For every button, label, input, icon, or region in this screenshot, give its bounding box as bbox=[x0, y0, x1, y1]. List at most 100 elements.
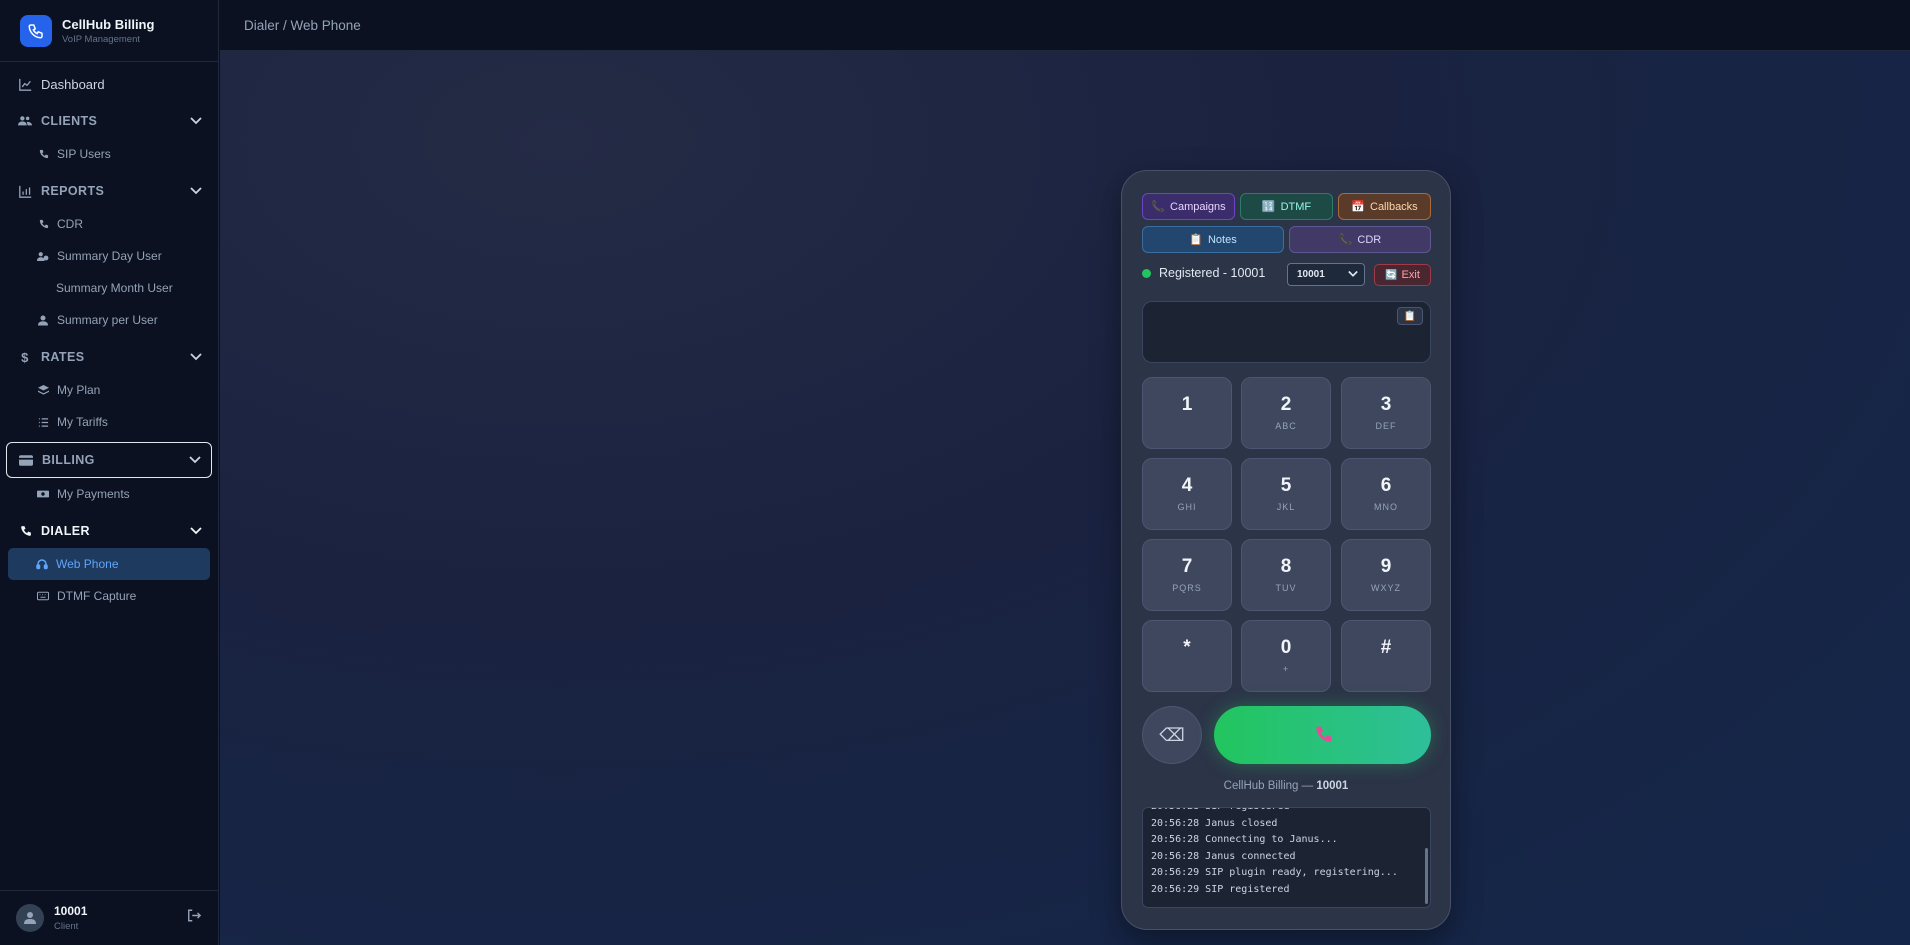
key-letters: + bbox=[1282, 664, 1290, 674]
section-clients[interactable]: CLIENTS bbox=[0, 104, 218, 138]
phone-icon: 📞 bbox=[1338, 234, 1353, 246]
breadcrumb: Dialer / Web Phone bbox=[244, 17, 361, 33]
backspace-button[interactable]: ⌫ bbox=[1142, 706, 1202, 764]
sidebar-item-my-plan[interactable]: My Plan bbox=[0, 374, 218, 406]
logout-icon[interactable] bbox=[187, 909, 202, 927]
campaigns-button[interactable]: 📞 Campaigns bbox=[1142, 193, 1235, 220]
sidebar-item-dtmf-capture[interactable]: DTMF Capture bbox=[0, 580, 218, 612]
chart-line-icon bbox=[18, 77, 32, 91]
phone-volume-icon bbox=[18, 524, 32, 538]
sidebar-item-label: Web Phone bbox=[56, 557, 119, 571]
key-letters: JKL bbox=[1276, 502, 1296, 512]
chevron-down-icon bbox=[189, 453, 201, 467]
sidebar-item-label: My Plan bbox=[57, 383, 101, 397]
credit-card-icon bbox=[19, 453, 33, 467]
key-number: # bbox=[1380, 637, 1392, 658]
key-letters: GHI bbox=[1177, 502, 1197, 512]
key-4[interactable]: 4 GHI bbox=[1142, 458, 1232, 530]
key-7[interactable]: 7 PQRS bbox=[1142, 539, 1232, 611]
sidebar-nav: Dashboard CLIENTS SIP Users REPORTS CDR bbox=[0, 62, 218, 612]
key-number: 5 bbox=[1280, 475, 1292, 496]
list-icon bbox=[37, 416, 49, 428]
avatar[interactable] bbox=[16, 904, 44, 932]
section-label: RATES bbox=[41, 350, 85, 364]
chevron-down-icon bbox=[190, 114, 202, 128]
brand-subtitle: VoIP Management bbox=[62, 33, 140, 45]
section-reports[interactable]: REPORTS bbox=[0, 174, 218, 208]
footer-brand: CellHub Billing — bbox=[1223, 780, 1314, 792]
select-value: 10001 bbox=[1297, 269, 1325, 280]
key-6[interactable]: 6 MNO bbox=[1341, 458, 1431, 530]
section-label: DIALER bbox=[41, 524, 90, 538]
user-icon bbox=[37, 314, 49, 326]
sidebar-item-summary-day-user[interactable]: Summary Day User bbox=[0, 240, 218, 272]
sidebar-item-my-tariffs[interactable]: My Tariffs bbox=[0, 406, 218, 438]
section-billing[interactable]: BILLING bbox=[6, 442, 212, 478]
sidebar-item-cdr[interactable]: CDR bbox=[0, 208, 218, 240]
key-number: 3 bbox=[1380, 394, 1392, 415]
phone-call-icon bbox=[1315, 726, 1331, 742]
chevron-down-icon bbox=[190, 184, 202, 198]
key-number: 7 bbox=[1181, 556, 1193, 577]
keyboard-icon bbox=[37, 590, 49, 602]
account-select[interactable]: 10001 bbox=[1287, 263, 1365, 286]
layers-icon bbox=[37, 384, 49, 396]
key-0[interactable]: 0 + bbox=[1241, 620, 1331, 692]
callbacks-button[interactable]: 📅 Callbacks bbox=[1338, 193, 1431, 220]
key-1[interactable]: 1 bbox=[1142, 377, 1232, 449]
key-hash[interactable]: # bbox=[1341, 620, 1431, 692]
notes-button[interactable]: 📋 Notes bbox=[1142, 226, 1284, 253]
key-star[interactable]: * bbox=[1142, 620, 1232, 692]
log-line: 20:56:29 SIP plugin ready, registering..… bbox=[1151, 867, 1398, 878]
button-label: Notes bbox=[1207, 233, 1237, 246]
sidebar-item-sip-users[interactable]: SIP Users bbox=[0, 138, 218, 170]
money-icon bbox=[37, 488, 49, 500]
button-label: Callbacks bbox=[1370, 200, 1418, 213]
sidebar-item-label: Summary Day User bbox=[57, 249, 162, 263]
sidebar-item-label: Summary Month User bbox=[56, 281, 173, 295]
sidebar-item-web-phone[interactable]: Web Phone bbox=[8, 548, 210, 580]
notepad-icon: 📋 bbox=[1189, 234, 1203, 246]
key-3[interactable]: 3 DEF bbox=[1341, 377, 1431, 449]
chevron-down-icon bbox=[190, 350, 202, 364]
dtmf-button[interactable]: 🔢 DTMF bbox=[1240, 193, 1333, 220]
key-5[interactable]: 5 JKL bbox=[1241, 458, 1331, 530]
status-dot bbox=[1142, 268, 1151, 278]
footer-extension: 10001 bbox=[1316, 780, 1349, 792]
cdr-button[interactable]: 📞 CDR bbox=[1289, 226, 1431, 253]
sidebar-item-label: CDR bbox=[57, 217, 83, 231]
key-2[interactable]: 2 ABC bbox=[1241, 377, 1331, 449]
section-label: CLIENTS bbox=[41, 114, 98, 128]
exit-button[interactable]: 🔄 Exit bbox=[1374, 264, 1431, 286]
clipboard-icon[interactable]: 📋 bbox=[1397, 307, 1423, 325]
button-label: Campaigns bbox=[1170, 200, 1226, 213]
user-role: Client bbox=[54, 921, 79, 932]
button-label: Exit bbox=[1401, 269, 1420, 281]
call-button[interactable] bbox=[1214, 706, 1431, 764]
key-number: 2 bbox=[1280, 394, 1292, 415]
sidebar: CellHub Billing VoIP Management Dashboar… bbox=[0, 0, 219, 945]
number-display[interactable]: 📋 bbox=[1142, 301, 1431, 363]
phone-icon bbox=[37, 218, 49, 230]
section-label: REPORTS bbox=[41, 184, 105, 198]
log-scrollbar[interactable] bbox=[1425, 848, 1428, 904]
key-8[interactable]: 8 TUV bbox=[1241, 539, 1331, 611]
sidebar-item-label: SIP Users bbox=[57, 147, 111, 161]
status-text: Registered - 10001 bbox=[1159, 266, 1266, 280]
section-dialer[interactable]: DIALER bbox=[0, 514, 218, 548]
sidebar-item-dashboard[interactable]: Dashboard bbox=[0, 68, 218, 100]
sidebar-item-summary-per-user[interactable]: Summary per User bbox=[0, 304, 218, 336]
event-log[interactable]: 20:56:28 SIP registered 20:56:28 Janus c… bbox=[1142, 807, 1431, 908]
user-name: 10001 bbox=[54, 904, 88, 918]
key-9[interactable]: 9 WXYZ bbox=[1341, 539, 1431, 611]
key-letters: PQRS bbox=[1172, 583, 1202, 593]
sidebar-item-label: My Payments bbox=[57, 487, 130, 501]
log-line: 20:56:28 SIP registered bbox=[1151, 808, 1398, 816]
section-rates[interactable]: $ RATES bbox=[0, 340, 218, 374]
section-label: BILLING bbox=[42, 453, 95, 467]
calendar-icon: 📅 bbox=[1351, 201, 1365, 213]
sidebar-item-summary-month-user[interactable]: Summary Month User bbox=[0, 272, 218, 304]
sidebar-item-my-payments[interactable]: My Payments bbox=[0, 478, 218, 510]
phone-icon: 📞 bbox=[1151, 201, 1166, 213]
brand[interactable]: CellHub Billing VoIP Management bbox=[0, 0, 218, 62]
